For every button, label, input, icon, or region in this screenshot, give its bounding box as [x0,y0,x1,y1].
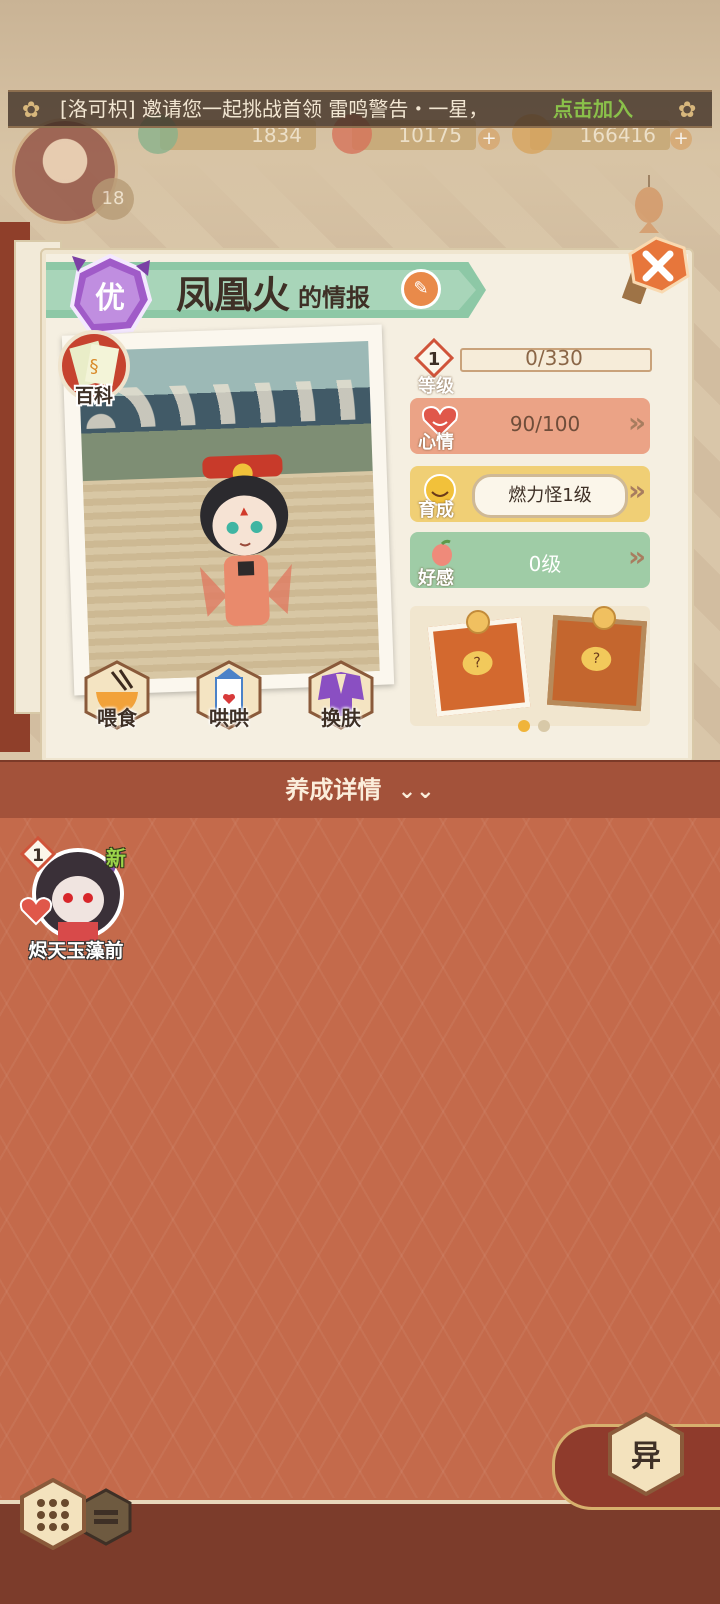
question-icon: ? [461,649,494,677]
pencil-icon: ✎ [413,278,429,299]
flower-icon: ✿ [22,98,41,123]
growth-value: 燃力怪1级 [472,474,628,518]
mood-label: 心情 [418,432,454,453]
coax-label: 哄哄 [209,706,249,730]
pet-list-item-name: 烬天玉藻前 [28,940,124,962]
chevron-right-icon: » [628,540,647,573]
pin-icon [466,610,490,634]
grid-view-icon [37,1499,69,1531]
locked-photo-card[interactable]: ? [546,614,648,712]
invite-banner[interactable]: ✿ [洛可枳] 邀请您一起挑战首领 雷鸣警告・一星， 点击加入 ✿ [8,90,712,128]
new-badge: 新 [106,846,126,870]
affection-value: 0级 [528,552,562,576]
level-value: 1 [428,349,441,370]
chevron-right-icon: » [628,406,647,439]
growth-label: 育成 [418,500,454,521]
pet-list-item-level: 1 [32,846,44,866]
add-stamina-button[interactable]: + [478,128,500,150]
question-icon: ? [580,645,613,672]
xp-text: 0/330 [525,346,583,370]
mode-toggle-label: 异 [631,1439,661,1474]
wiki-label: 百科 [75,384,113,407]
grade-badge: 优 [69,254,152,337]
section-title-text: 养成详情 [285,776,382,804]
fish-lantern-icon [635,175,663,233]
mood-value: 90/100 [509,412,581,436]
page-dot [538,720,550,732]
rename-button[interactable]: ✎ [401,269,441,309]
wiki-button[interactable]: § 百科 [54,330,134,410]
mode-toggle-button[interactable]: 异 [604,1412,688,1496]
join-link[interactable]: 点击加入 [553,92,633,126]
chevron-right-icon: » [628,474,647,507]
pin-icon [592,606,616,630]
close-button[interactable] [622,236,690,304]
invite-message: [洛可枳] 邀请您一起挑战首领 雷鸣警告・一星， [60,97,489,121]
svg-text:§: § [90,356,99,377]
list-view-button[interactable] [80,1488,132,1546]
pet-character[interactable] [182,443,309,647]
player-level: 18 [92,178,134,220]
add-coin-button[interactable]: + [670,128,692,150]
level-label: 等级 [418,376,454,397]
grade-label: 优 [95,281,125,316]
double-chevron-down-icon: ⌄⌄ [397,779,435,804]
title-suffix: 的情报 [298,284,370,312]
section-title[interactable]: 养成详情 ⌄⌄ [0,770,720,805]
feed-label: 喂食 [97,706,137,730]
flower-icon: ✿ [678,98,697,123]
grid-view-button[interactable] [20,1478,86,1550]
pet-name: 凤凰火 [176,272,291,317]
change-skin-label: 换肤 [321,706,361,730]
book-icon: § [90,356,99,377]
page-dot-active [518,720,530,732]
affection-label: 好感 [418,568,454,589]
